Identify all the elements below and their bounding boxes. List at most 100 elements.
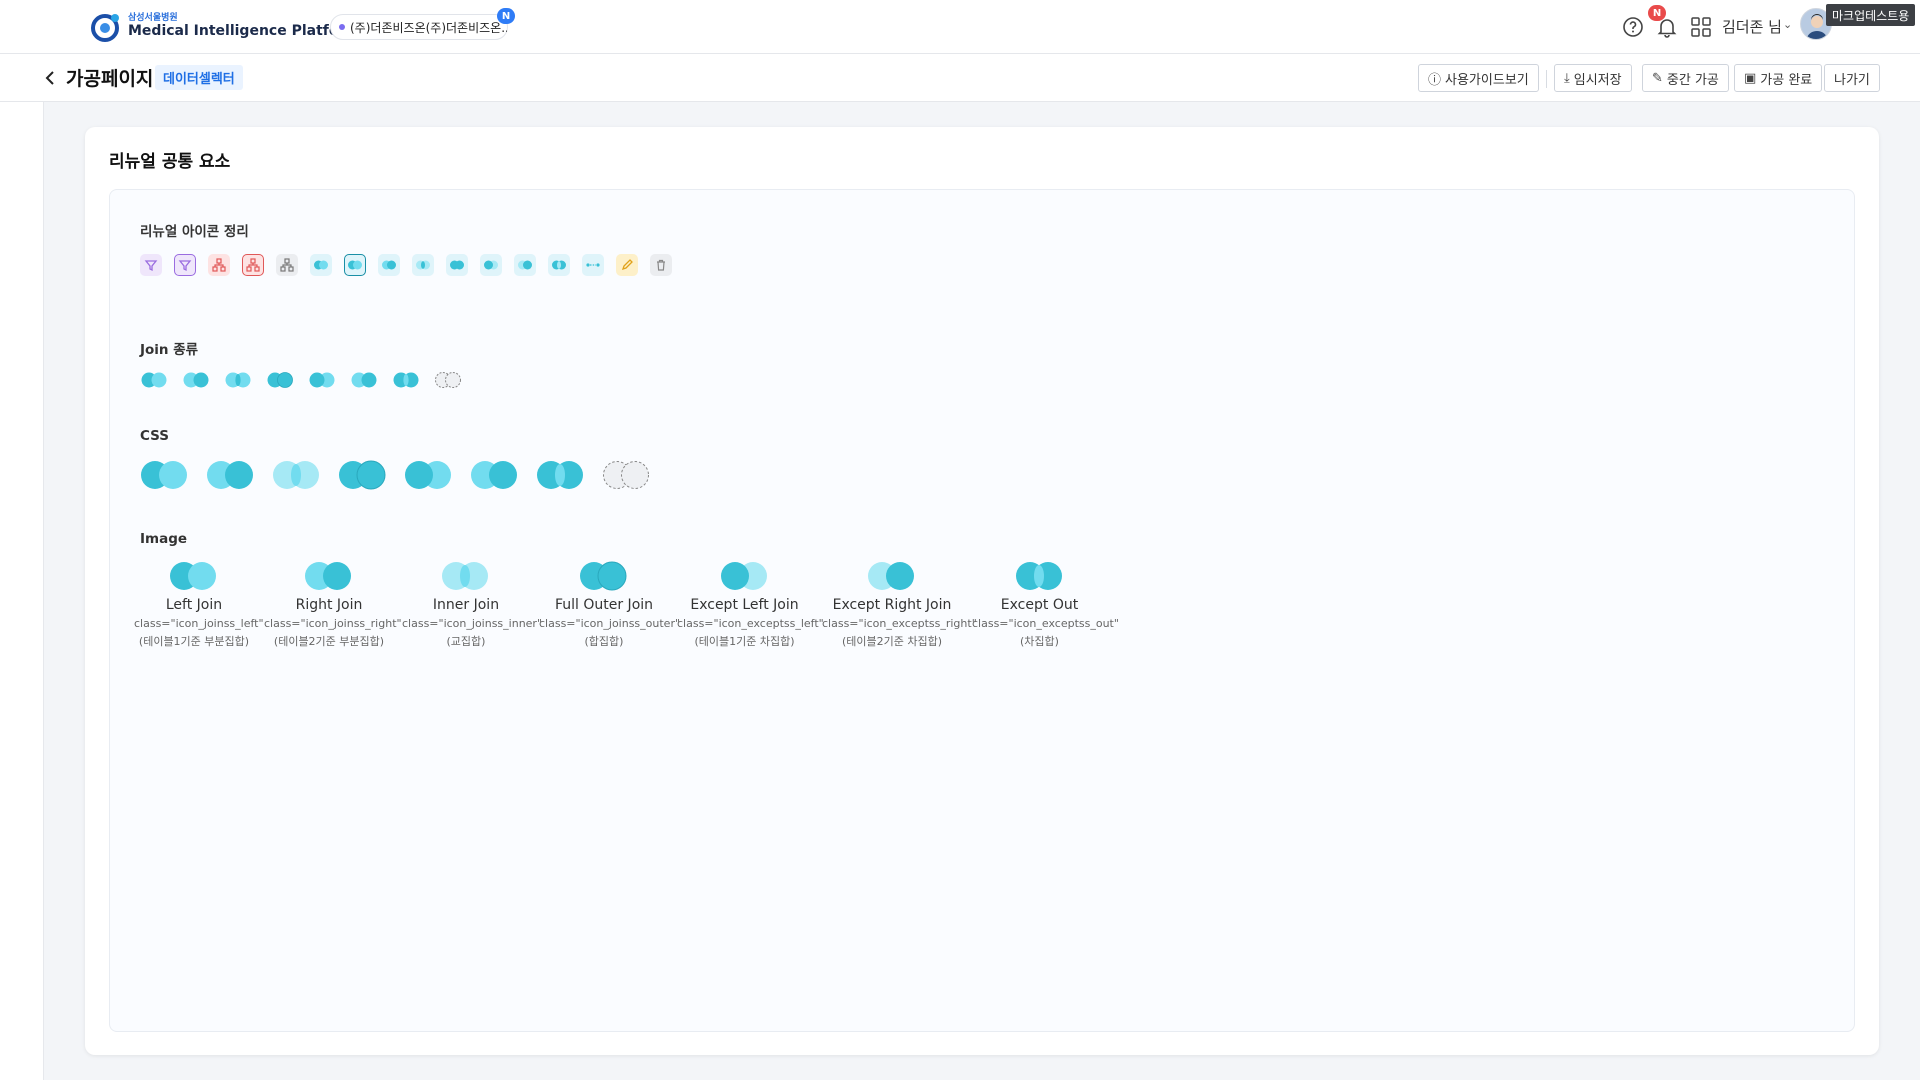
join-except-left-icon[interactable] bbox=[480, 254, 502, 276]
section-title-image: Image bbox=[140, 531, 188, 547]
join-inner-icon[interactable] bbox=[412, 254, 434, 276]
css-except-out-icon[interactable] bbox=[536, 460, 584, 490]
right-join-icon bbox=[305, 562, 351, 590]
logo-title: Medical Intelligence Platform bbox=[128, 23, 360, 40]
css-join-left-icon[interactable] bbox=[140, 460, 188, 490]
join-left-icon[interactable] bbox=[310, 254, 332, 276]
guide-button[interactable]: ⓘ 사용가이드보기 bbox=[1418, 64, 1539, 92]
join-image-outer: Full Outer Join class="icon_joinss_outer… bbox=[539, 561, 680, 649]
info-icon: ⓘ bbox=[1428, 72, 1442, 88]
hospital-logo[interactable]: 삼성서울병원 Medical Intelligence Platform bbox=[88, 10, 360, 44]
page-toolbar: 가공페이지 데이터셀렉터 ⓘ 사용가이드보기 ⤓ 임시저장 ✎ 중간 가공 ▣ … bbox=[0, 54, 1920, 102]
component-panel: 리뉴얼 아이콘 정리 Join 종류 CSS Image Left Join c… bbox=[109, 189, 1855, 1032]
full-outer-join-icon bbox=[580, 561, 627, 591]
join-image-except-out: Except Out class="icon_exceptss_out" (차집… bbox=[972, 561, 1119, 649]
css-join-right-icon[interactable] bbox=[206, 460, 254, 490]
css-except-right-icon[interactable] bbox=[470, 460, 518, 490]
org-name: (주)더존비즈온(주)더존비즈온... bbox=[350, 20, 507, 35]
join-name: Except Left Join bbox=[690, 597, 799, 613]
css-join-outer-icon[interactable] bbox=[338, 460, 386, 490]
join-inner-icon[interactable] bbox=[224, 371, 252, 389]
data-selector-chip: 데이터셀렉터 bbox=[155, 65, 243, 90]
join-except-right-icon[interactable] bbox=[350, 371, 378, 389]
join-desc: (테이블1기준 차집합) bbox=[694, 635, 795, 648]
join-class: class="icon_joinss_left" bbox=[134, 617, 264, 630]
logo-mark-icon bbox=[88, 10, 122, 44]
mid-process-label: 중간 가공 bbox=[1666, 72, 1719, 88]
apps-grid-icon[interactable] bbox=[1688, 14, 1714, 40]
css-join-list bbox=[140, 460, 650, 490]
hierarchy-gray-icon[interactable] bbox=[276, 254, 298, 276]
inner-join-icon bbox=[442, 562, 488, 590]
join-image-except-left: Except Left Join class="icon_exceptss_le… bbox=[677, 561, 824, 649]
join-class: class="icon_exceptss_left" bbox=[677, 617, 824, 630]
mid-process-button[interactable]: ✎ 중간 가공 bbox=[1642, 64, 1729, 92]
except-right-join-icon bbox=[868, 562, 914, 590]
css-join-inner-icon[interactable] bbox=[272, 460, 320, 490]
join-class: class="icon_joinss_inner" bbox=[402, 617, 543, 630]
join-except-out-icon[interactable] bbox=[392, 371, 420, 389]
org-new-badge: N bbox=[497, 8, 515, 24]
temp-save-button[interactable]: ⤓ 임시저장 bbox=[1554, 64, 1632, 92]
filter-outline-icon[interactable] bbox=[174, 254, 196, 276]
join-except-left-icon[interactable] bbox=[308, 371, 336, 389]
left-sidebar bbox=[0, 102, 44, 1080]
join-desc: (합집합) bbox=[584, 635, 624, 648]
css-empty-icon[interactable] bbox=[602, 460, 650, 490]
hierarchy-red-outline-icon[interactable] bbox=[242, 254, 264, 276]
top-header: 삼성서울병원 Medical Intelligence Platform (주)… bbox=[0, 0, 1920, 54]
join-desc: (테이블2기준 차집합) bbox=[841, 635, 943, 648]
edit-icon: ✎ bbox=[1652, 70, 1663, 86]
org-selector[interactable]: (주)더존비즈온(주)더존비즈온... bbox=[330, 14, 508, 40]
join-image-left: Left Join class="icon_joinss_left" (테이블1… bbox=[134, 561, 264, 649]
exit-button[interactable]: 나가기 bbox=[1824, 64, 1880, 92]
join-desc: (테이블2기준 부분집합) bbox=[273, 635, 385, 648]
temp-save-label: 임시저장 bbox=[1573, 72, 1622, 88]
join-left-icon[interactable] bbox=[140, 371, 168, 389]
join-except-out-icon[interactable] bbox=[548, 254, 570, 276]
org-status-dot bbox=[339, 24, 345, 30]
toolbar-divider bbox=[1546, 70, 1547, 88]
user-tag: 마크업테스트용 bbox=[1826, 4, 1916, 26]
hierarchy-red-icon[interactable] bbox=[208, 254, 230, 276]
back-arrow-icon[interactable] bbox=[40, 66, 60, 90]
join-class: class="icon_joinss_right" bbox=[264, 617, 402, 630]
join-image-right: Right Join class="icon_joinss_right" (테이… bbox=[264, 561, 402, 649]
filter-icon[interactable] bbox=[140, 254, 162, 276]
css-except-left-icon[interactable] bbox=[404, 460, 452, 490]
chevron-down-icon[interactable]: ⌄ bbox=[1783, 18, 1792, 31]
link-icon[interactable] bbox=[582, 254, 604, 276]
join-name: Left Join bbox=[165, 597, 223, 613]
join-except-right-icon[interactable] bbox=[514, 254, 536, 276]
join-name: Inner Join bbox=[432, 597, 500, 613]
process-done-button[interactable]: ▣ 가공 완료 bbox=[1734, 64, 1823, 92]
page-title: 가공페이지 bbox=[66, 68, 154, 90]
join-class: class="icon_exceptss_right" bbox=[822, 617, 977, 630]
join-desc: (교집합) bbox=[446, 635, 486, 648]
join-name: Except Out bbox=[1000, 597, 1079, 613]
section-title-css: CSS bbox=[140, 428, 169, 444]
join-empty-icon[interactable] bbox=[434, 371, 462, 389]
trash-icon[interactable] bbox=[650, 254, 672, 276]
join-outer-icon[interactable] bbox=[446, 254, 468, 276]
join-name: Full Outer Join bbox=[554, 597, 654, 613]
join-name: Right Join bbox=[295, 597, 363, 613]
join-left-selected-icon[interactable] bbox=[344, 254, 366, 276]
join-name: Except Right Join bbox=[832, 597, 952, 613]
join-image-inner: Inner Join class="icon_joinss_inner" (교집… bbox=[402, 561, 543, 649]
except-left-join-icon bbox=[720, 562, 767, 590]
help-icon[interactable] bbox=[1620, 14, 1646, 40]
join-desc: (테이블1기준 부분집합) bbox=[138, 635, 250, 648]
process-done-label: 가공 완료 bbox=[1760, 72, 1813, 88]
join-image-except-right: Except Right Join class="icon_exceptss_r… bbox=[822, 561, 977, 649]
join-right-icon[interactable] bbox=[378, 254, 400, 276]
except-out-icon bbox=[1015, 562, 1062, 590]
section-title-icons: 리뉴얼 아이콘 정리 bbox=[140, 224, 249, 240]
edit-pencil-icon[interactable] bbox=[616, 254, 638, 276]
notification-badge: N bbox=[1648, 5, 1666, 21]
join-class: class="icon_exceptss_out" bbox=[972, 617, 1119, 630]
section-title-join-types: Join 종류 bbox=[140, 342, 199, 358]
user-name[interactable]: 김더존 님 bbox=[1722, 16, 1782, 37]
join-outer-icon[interactable] bbox=[266, 371, 294, 389]
join-right-icon[interactable] bbox=[182, 371, 210, 389]
